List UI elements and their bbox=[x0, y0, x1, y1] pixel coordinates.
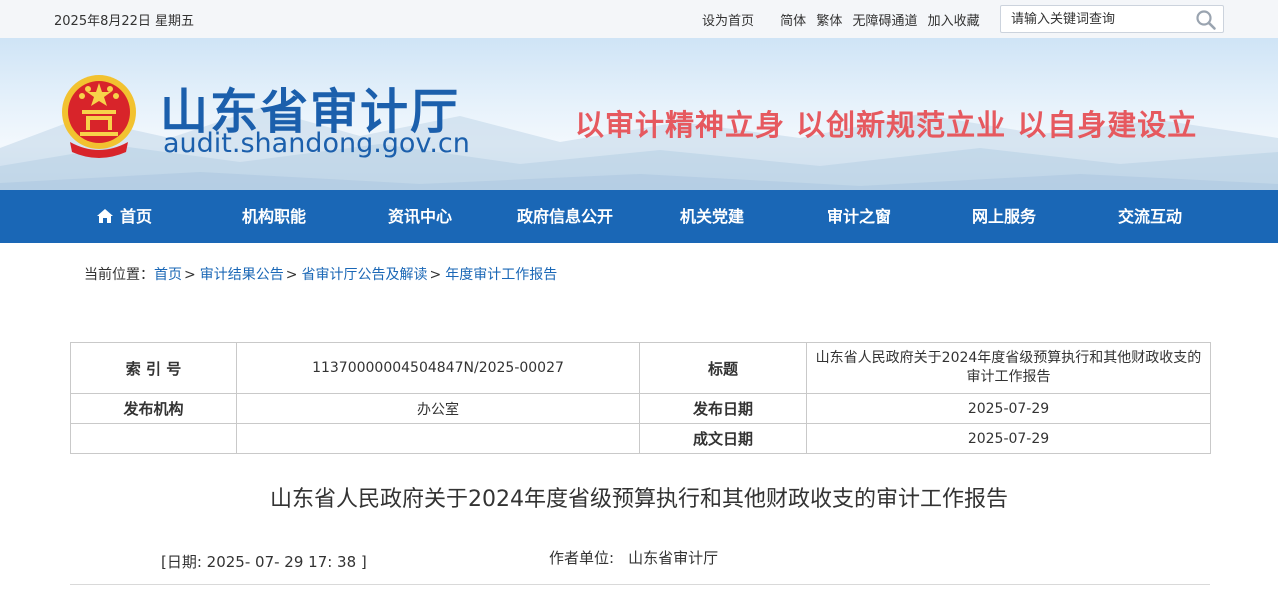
author-label: 作者单位: bbox=[549, 549, 615, 567]
breadcrumb-annual-report[interactable]: 年度审计工作报告 bbox=[445, 267, 557, 283]
publisher-value: 办公室 bbox=[236, 393, 640, 424]
publish-date-value: 2025-07-29 bbox=[806, 393, 1211, 424]
breadcrumb-home[interactable]: 首页 bbox=[154, 267, 182, 283]
title-label: 标题 bbox=[639, 342, 807, 394]
set-homepage-link[interactable]: 设为首页 bbox=[702, 14, 754, 29]
add-favorite-link[interactable]: 加入收藏 bbox=[928, 14, 980, 29]
nav-item-interaction[interactable]: 交流互动 bbox=[1118, 190, 1182, 243]
empty-cell bbox=[236, 423, 640, 454]
nav-item-party[interactable]: 机关党建 bbox=[680, 190, 744, 243]
index-number-value: 11370000004504847N/2025-00027 bbox=[236, 342, 640, 394]
search-input[interactable] bbox=[1001, 6, 1196, 32]
author-value: 山东省审计厅 bbox=[628, 549, 719, 567]
header-banner: 山东省审计厅 audit.shandong.gov.cn 以审计精神立身 以创新… bbox=[0, 38, 1278, 190]
article-date: [日期: 2025- 07- 29 17: 38 ] bbox=[161, 553, 367, 571]
breadcrumb-announcements[interactable]: 省审计厅公告及解读 bbox=[301, 267, 427, 283]
nav-item-audit-window[interactable]: 审计之窗 bbox=[827, 190, 891, 243]
nav-item-home[interactable]: 首页 bbox=[96, 190, 152, 243]
empty-cell bbox=[70, 423, 237, 454]
breadcrumb-audit-results[interactable]: 审计结果公告 bbox=[200, 267, 284, 283]
nav-item-news[interactable]: 资讯中心 bbox=[388, 190, 452, 243]
breadcrumb-separator: > bbox=[429, 267, 442, 283]
site-url: audit.shandong.gov.cn bbox=[163, 128, 470, 159]
created-date-value: 2025-07-29 bbox=[806, 423, 1211, 454]
nav-label: 首页 bbox=[120, 207, 153, 226]
article-headline: 山东省人民政府关于2024年度省级预算执行和其他财政收支的审计工作报告 bbox=[270, 487, 1008, 512]
home-icon bbox=[97, 208, 113, 223]
main-nav: 首页 机构职能 资讯中心 政府信息公开 机关党建 审计之窗 网上服务 交流互动 bbox=[0, 190, 1278, 243]
current-date: 2025年8月22日 星期五 bbox=[54, 14, 195, 29]
slogan: 以审计精神立身 以创新规范立业 以自身建设立 bbox=[575, 108, 1198, 142]
publisher-label: 发布机构 bbox=[70, 393, 237, 424]
top-links: 设为首页 简体 繁体 无障碍通道 加入收藏 bbox=[702, 10, 986, 29]
article-author: 作者单位: 山东省审计厅 bbox=[549, 547, 718, 568]
breadcrumb-prefix: 当前位置： bbox=[84, 267, 154, 283]
nav-item-functions[interactable]: 机构职能 bbox=[242, 190, 306, 243]
traditional-chinese-link[interactable]: 繁体 bbox=[816, 14, 842, 29]
national-emblem-icon bbox=[62, 75, 136, 158]
breadcrumb-separator: > bbox=[184, 267, 196, 283]
nav-item-gov-info[interactable]: 政府信息公开 bbox=[517, 190, 613, 243]
title-value: 山东省人民政府关于2024年度省级预算执行和其他财政收支的审计工作报告 bbox=[806, 342, 1211, 394]
table-row: 索 引 号 11370000004504847N/2025-00027 标题 山… bbox=[70, 342, 1211, 394]
table-row: 成文日期 2025-07-29 bbox=[70, 423, 1211, 454]
created-date-label: 成文日期 bbox=[639, 423, 807, 454]
breadcrumb: 当前位置：首页 > 审计结果公告 > 省审计厅公告及解读 > 年度审计工作报告 bbox=[84, 264, 557, 284]
breadcrumb-separator: > bbox=[285, 267, 298, 283]
search-box bbox=[1000, 5, 1224, 33]
document-info-table: 索 引 号 11370000004504847N/2025-00027 标题 山… bbox=[70, 342, 1211, 454]
top-bar: 2025年8月22日 星期五 设为首页 简体 繁体 无障碍通道 加入收藏 bbox=[0, 0, 1278, 39]
publish-date-label: 发布日期 bbox=[639, 393, 807, 424]
simplified-chinese-link[interactable]: 简体 bbox=[780, 14, 806, 29]
accessibility-link[interactable]: 无障碍通道 bbox=[852, 14, 917, 29]
divider bbox=[70, 584, 1210, 585]
search-icon[interactable] bbox=[1195, 9, 1217, 31]
nav-item-online-service[interactable]: 网上服务 bbox=[972, 190, 1036, 243]
index-number-label: 索 引 号 bbox=[70, 342, 237, 394]
table-row: 发布机构 办公室 发布日期 2025-07-29 bbox=[70, 393, 1211, 424]
